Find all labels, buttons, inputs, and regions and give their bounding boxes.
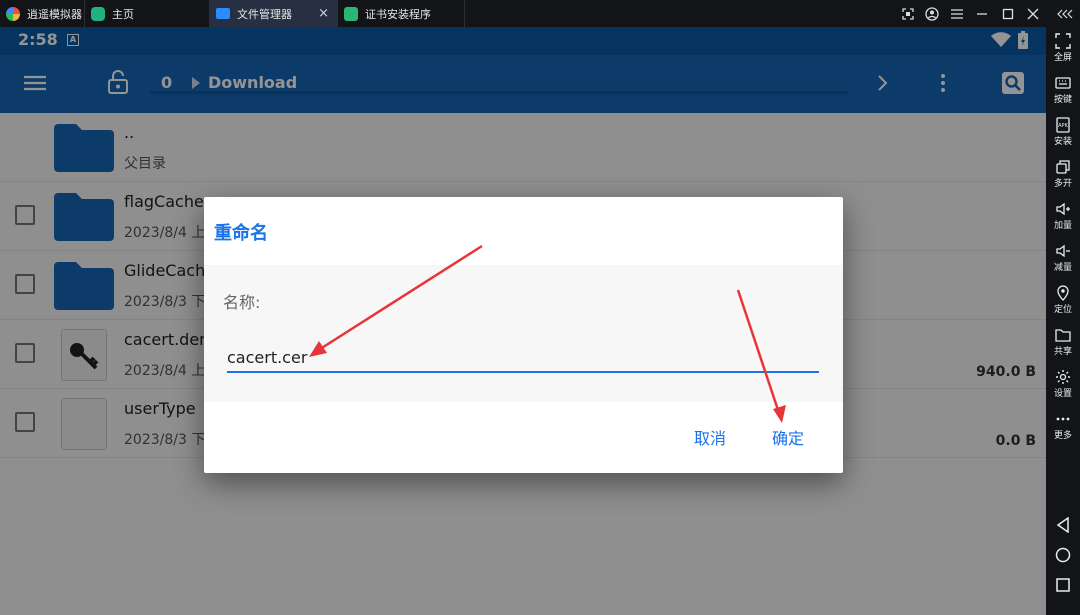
android-app-icon (344, 6, 358, 21)
back-triangle-icon (1056, 517, 1069, 533)
apk-install-icon: APK (1056, 117, 1070, 133)
screenshot-icon[interactable] (895, 0, 921, 27)
menu-icon[interactable] (944, 0, 970, 27)
sidebar-more[interactable]: 更多 (1046, 409, 1080, 451)
tab-label: 主页 (112, 7, 134, 21)
tab-file-manager[interactable]: 文件管理器 × (210, 0, 338, 27)
emulator-window: 逍遥模拟器 主页 文件管理器 × 证书安装程序 2:58 A 0 Downloa… (0, 0, 1080, 615)
home-circle-icon (1055, 547, 1071, 563)
sidebar-label: 加量 (1053, 221, 1072, 231)
sidebar-share[interactable]: 共享 (1046, 325, 1080, 367)
tab-label: 文件管理器 (237, 7, 292, 21)
home-app-icon (91, 6, 105, 21)
maximize-icon[interactable] (995, 0, 1021, 27)
sidebar-label: 定位 (1053, 305, 1072, 315)
minimize-icon[interactable] (969, 0, 995, 27)
sidebar-location[interactable]: 定位 (1046, 283, 1080, 325)
annotation-arrowhead-input (309, 341, 327, 357)
sidebar-settings[interactable]: 设置 (1046, 367, 1080, 409)
tab-home[interactable]: 主页 (85, 0, 210, 27)
multi-instance-icon (1056, 160, 1070, 174)
location-icon (1057, 285, 1069, 301)
android-screen: 2:58 A 0 Download .. 父目录 flagCache 2023/… (0, 27, 1046, 615)
sidebar-label: 安装 (1053, 137, 1072, 147)
more-icon (1056, 417, 1070, 421)
nav-recents-button[interactable] (1046, 571, 1080, 599)
sidebar-multi-instance[interactable]: 多开 (1046, 157, 1080, 199)
sidebar-label: 减量 (1053, 263, 1072, 273)
title-bar: 逍遥模拟器 主页 文件管理器 × 证书安装程序 (0, 0, 1080, 27)
account-icon[interactable] (919, 0, 945, 27)
annotation-arrow-confirm (736, 289, 781, 414)
memu-logo-icon (6, 6, 20, 21)
close-tab-icon[interactable]: × (318, 6, 329, 21)
nav-home-button[interactable] (1046, 541, 1080, 569)
tab-memu-home[interactable]: 逍遥模拟器 (0, 0, 85, 27)
sidebar-volume-up[interactable]: 加量 (1046, 199, 1080, 241)
emulator-sidebar: 全屏 按键 APK 安装 多开 加量 减量 定位 共享 设置 更多 (1046, 27, 1080, 615)
sidebar-install[interactable]: APK 安装 (1046, 115, 1080, 157)
sidebar-label: 全屏 (1053, 53, 1072, 63)
gear-icon (1056, 370, 1070, 384)
sidebar-keymapping[interactable]: 按键 (1046, 73, 1080, 115)
tab-cert-installer[interactable]: 证书安装程序 (338, 0, 465, 27)
shared-folder-icon (1055, 329, 1071, 342)
collapse-sidebar-icon[interactable] (1052, 0, 1078, 27)
tab-label: 逍遥模拟器 (27, 7, 82, 21)
folder-app-icon (216, 8, 230, 19)
annotation-arrowhead-confirm (773, 405, 786, 423)
svg-text:APK: APK (1058, 123, 1068, 129)
sidebar-label: 按键 (1053, 95, 1072, 105)
recents-square-icon (1056, 578, 1070, 592)
sidebar-label: 更多 (1053, 431, 1072, 441)
sidebar-label: 多开 (1053, 179, 1072, 189)
volume-down-icon (1056, 244, 1070, 258)
sidebar-fullscreen[interactable]: 全屏 (1046, 31, 1080, 73)
annotation-arrow-input (316, 244, 483, 353)
sidebar-label: 设置 (1053, 389, 1072, 399)
close-window-icon[interactable] (1020, 0, 1046, 27)
nav-back-button[interactable] (1046, 511, 1080, 539)
sidebar-label: 共享 (1053, 347, 1072, 357)
sidebar-volume-down[interactable]: 减量 (1046, 241, 1080, 283)
tab-label: 证书安装程序 (365, 7, 431, 21)
fullscreen-icon (1055, 33, 1071, 49)
volume-up-icon (1056, 202, 1070, 216)
annotation-arrows (309, 244, 786, 423)
keyboard-icon (1055, 77, 1071, 89)
